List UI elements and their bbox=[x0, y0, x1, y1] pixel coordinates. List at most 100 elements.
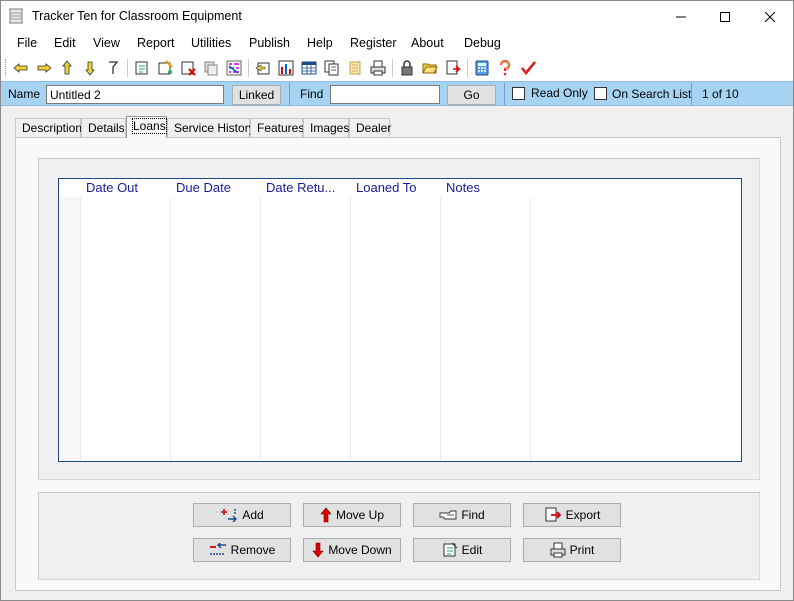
check-icon[interactable] bbox=[519, 59, 537, 77]
edit-button[interactable]: Edit bbox=[413, 538, 511, 562]
tab-features[interactable]: Features bbox=[250, 118, 304, 137]
search-list-label[interactable]: On Search List bbox=[612, 87, 691, 101]
sort-icon[interactable] bbox=[225, 59, 243, 77]
maximize-button[interactable] bbox=[702, 1, 748, 32]
grid-divider bbox=[80, 179, 81, 461]
read-only-checkbox[interactable] bbox=[512, 87, 525, 100]
hand-down-icon[interactable] bbox=[81, 59, 99, 77]
chart-icon[interactable] bbox=[277, 59, 295, 77]
move-up-button-label: Move Up bbox=[335, 508, 385, 522]
linked-button[interactable]: Linked bbox=[232, 85, 281, 105]
lock-icon[interactable] bbox=[398, 59, 416, 77]
column-header-date-returned[interactable]: Date Retu... bbox=[260, 180, 350, 197]
grid-row-header bbox=[59, 197, 80, 461]
menu-file[interactable]: File bbox=[17, 36, 37, 50]
grid-divider bbox=[350, 179, 351, 461]
grid-divider bbox=[530, 179, 531, 461]
namebar-separator bbox=[691, 83, 692, 105]
toolbar bbox=[1, 55, 793, 81]
tab-details[interactable]: Details bbox=[81, 118, 126, 137]
find-button[interactable]: Find bbox=[413, 503, 511, 527]
add-record-icon[interactable] bbox=[156, 59, 174, 77]
title-bar: Tracker Ten for Classroom Equipment bbox=[1, 1, 793, 32]
tab-service-history[interactable]: Service History bbox=[167, 118, 255, 137]
pointer-icon[interactable] bbox=[104, 59, 122, 77]
edit-record-icon[interactable] bbox=[133, 59, 151, 77]
export-button-label: Export bbox=[565, 508, 601, 522]
grid-header: Date Out Due Date Date Retu... Loaned To… bbox=[59, 179, 741, 197]
minimize-icon bbox=[676, 16, 686, 17]
menu-utilities[interactable]: Utilities bbox=[191, 36, 231, 50]
window-title: Tracker Ten for Classroom Equipment bbox=[32, 9, 242, 23]
menu-bar: File Edit View Report Utilities Publish … bbox=[1, 32, 793, 55]
find-label: Find bbox=[300, 87, 324, 101]
search-list-checkbox[interactable] bbox=[594, 87, 607, 100]
help-icon[interactable] bbox=[496, 59, 514, 77]
hand-left-icon[interactable] bbox=[12, 59, 30, 77]
open-folder-icon[interactable] bbox=[421, 59, 439, 77]
menu-publish[interactable]: Publish bbox=[249, 36, 290, 50]
move-up-button[interactable]: Move Up bbox=[303, 503, 401, 527]
pointing-hand-icon bbox=[439, 510, 457, 520]
menu-help[interactable]: Help bbox=[307, 36, 333, 50]
hand-right-icon[interactable] bbox=[35, 59, 53, 77]
find-button-label: Find bbox=[461, 508, 485, 522]
column-header-notes[interactable]: Notes bbox=[440, 180, 530, 197]
tab-loans[interactable]: Loans bbox=[126, 116, 167, 138]
delete-record-icon[interactable] bbox=[179, 59, 197, 77]
export-icon[interactable] bbox=[444, 59, 462, 77]
grid-divider bbox=[260, 179, 261, 461]
name-label: Name bbox=[8, 87, 41, 101]
tab-description[interactable]: Description bbox=[15, 118, 82, 137]
print-icon[interactable] bbox=[369, 59, 387, 77]
clear-icon[interactable] bbox=[346, 59, 364, 77]
edit-button-label: Edit bbox=[461, 543, 483, 557]
remove-row-icon bbox=[209, 543, 226, 555]
column-header-date-out[interactable]: Date Out bbox=[80, 180, 170, 197]
down-arrow-icon bbox=[312, 542, 324, 558]
menu-about[interactable]: About bbox=[411, 36, 444, 50]
menu-edit[interactable]: Edit bbox=[54, 36, 76, 50]
tab-dealer[interactable]: Dealer bbox=[349, 118, 391, 137]
column-header-loaned-to[interactable]: Loaned To bbox=[350, 180, 440, 197]
grid-divider bbox=[440, 179, 441, 461]
move-down-button[interactable]: Move Down bbox=[303, 538, 401, 562]
remove-button-label: Remove bbox=[230, 543, 276, 557]
tab-images[interactable]: Images bbox=[303, 118, 349, 137]
namebar-separator bbox=[289, 83, 290, 105]
copy-icon[interactable] bbox=[323, 59, 341, 77]
calculator-icon[interactable] bbox=[473, 59, 491, 77]
close-button[interactable] bbox=[747, 1, 793, 32]
add-button[interactable]: Add bbox=[193, 503, 291, 527]
toolbar-separator bbox=[127, 59, 128, 77]
export-icon bbox=[545, 507, 561, 522]
find-input[interactable] bbox=[330, 85, 440, 104]
print-button[interactable]: Print bbox=[523, 538, 621, 562]
namebar-separator bbox=[504, 83, 505, 105]
record-bar: Name Linked Find Go Read Only On Search … bbox=[1, 81, 793, 106]
export-button[interactable]: Export bbox=[523, 503, 621, 527]
printer-icon bbox=[550, 542, 566, 558]
up-arrow-icon bbox=[320, 507, 332, 523]
toolbar-separator bbox=[248, 59, 249, 77]
column-header-due-date[interactable]: Due Date bbox=[170, 180, 260, 197]
add-button-label: Add bbox=[242, 508, 264, 522]
hand-up-icon[interactable] bbox=[58, 59, 76, 77]
find-icon[interactable] bbox=[254, 59, 272, 77]
loans-grid[interactable]: Date Out Due Date Date Retu... Loaned To… bbox=[58, 178, 742, 462]
table-icon[interactable] bbox=[300, 59, 318, 77]
name-input[interactable] bbox=[46, 85, 224, 104]
menu-report[interactable]: Report bbox=[137, 36, 175, 50]
toolbar-separator bbox=[467, 59, 468, 77]
remove-button[interactable]: Remove bbox=[193, 538, 291, 562]
toolbar-grip[interactable] bbox=[5, 59, 8, 77]
minimize-button[interactable] bbox=[658, 1, 704, 32]
go-button[interactable]: Go bbox=[447, 85, 496, 105]
menu-view[interactable]: View bbox=[93, 36, 120, 50]
copy-record-icon[interactable] bbox=[202, 59, 220, 77]
read-only-label[interactable]: Read Only bbox=[531, 86, 588, 100]
tab-loans-label: Loans bbox=[132, 118, 167, 134]
menu-debug[interactable]: Debug bbox=[464, 36, 501, 50]
menu-register[interactable]: Register bbox=[350, 36, 397, 50]
close-icon bbox=[765, 11, 775, 22]
